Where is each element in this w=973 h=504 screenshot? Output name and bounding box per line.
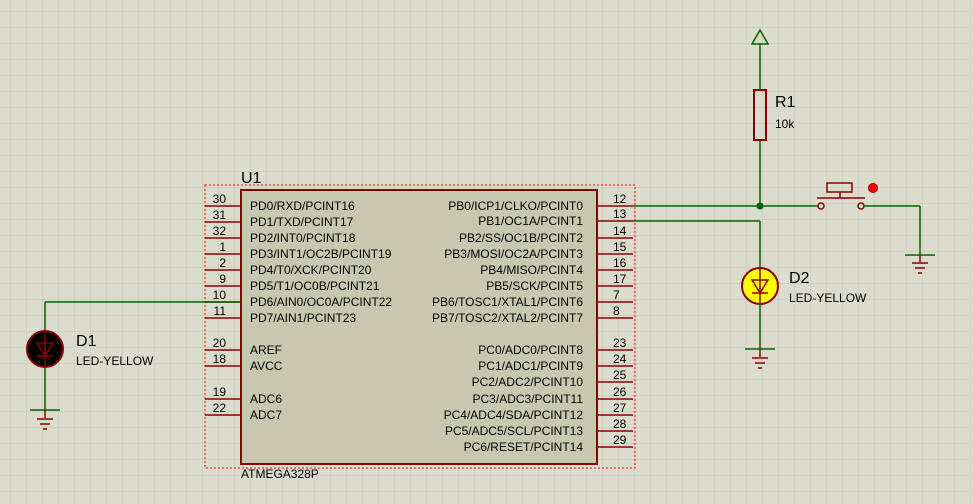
- junction-dot: [756, 202, 764, 210]
- r1-value: 10k: [775, 117, 795, 131]
- pin-number: 11: [214, 304, 227, 318]
- pin-name: PB0/ICP1/CLKO/PCINT0: [448, 199, 583, 213]
- pin-name: PD3/INT1/OC2B/PCINT19: [250, 247, 392, 261]
- pin-number: 19: [213, 385, 227, 399]
- pin-number: 1: [219, 240, 226, 254]
- pin-name: PD5/T1/OC0B/PCINT21: [250, 279, 380, 293]
- switch-state-indicator-icon[interactable]: [868, 183, 878, 193]
- pin-name: PB1/OC1A/PCINT1: [478, 214, 583, 228]
- pin-name: PD6/AIN0/OC0A/PCINT22: [250, 295, 392, 309]
- r1-reference: R1: [775, 94, 796, 111]
- pin-name: PC0/ADC0/PCINT8: [478, 343, 583, 357]
- pin-number: 18: [213, 352, 227, 366]
- u1-part-name: ATMEGA328P: [241, 467, 319, 481]
- pin-name: PB6/TOSC1/XTAL1/PCINT6: [432, 295, 583, 309]
- switch-contact-right: [857, 202, 865, 210]
- pin-number: 29: [613, 433, 627, 447]
- u1-atmega328p[interactable]: U1 ATMEGA328P 30 PD0/RXD/PCINT16 31 PD1/TXD…: [204, 170, 636, 481]
- pin-name: PC3/ADC3/PCINT11: [473, 392, 584, 406]
- pin-number: 17: [613, 272, 627, 286]
- pin-number: 20: [213, 336, 227, 350]
- schematic-sheet[interactable]: U1 ATMEGA328P 30 PD0/RXD/PCINT16 31 PD1/TXD…: [0, 0, 973, 504]
- pin-number: 10: [213, 288, 227, 302]
- pin-name: PD0/RXD/PCINT16: [250, 199, 355, 213]
- u1-reference: U1: [241, 170, 262, 187]
- pin-number: 16: [613, 256, 627, 270]
- pin-number: 31: [213, 208, 227, 222]
- pin-name: PB4/MISO/PCINT4: [480, 263, 583, 277]
- pin-number: 23: [613, 336, 627, 350]
- pin-name: AVCC: [250, 359, 283, 373]
- d2-reference: D2: [789, 270, 810, 287]
- pin-number: 7: [613, 288, 620, 302]
- pin-number: 9: [219, 272, 226, 286]
- pin-number: 28: [613, 417, 627, 431]
- d2-value: LED-YELLOW: [789, 291, 867, 305]
- pin-name: ADC6: [250, 392, 282, 406]
- pin-number: 14: [613, 224, 627, 238]
- pin-name: PB3/MOSI/OC2A/PCINT3: [444, 247, 583, 261]
- pin-name: PC2/ADC2/PCINT10: [472, 375, 584, 389]
- pin-name: PC1/ADC1/PCINT9: [478, 359, 583, 373]
- pin-number: 22: [213, 401, 227, 415]
- pin-number: 8: [613, 304, 620, 318]
- pin-name: PC5/ADC5/SCL/PCINT13: [445, 424, 583, 438]
- d1-reference: D1: [76, 333, 97, 350]
- pin-name: PD7/AIN1/PCINT23: [250, 311, 356, 325]
- pin-name: PB5/SCK/PCINT5: [486, 279, 583, 293]
- pin-name: PC6/RESET/PCINT14: [464, 440, 584, 454]
- pin-name: PB2/SS/OC1B/PCINT2: [459, 231, 583, 245]
- pin-number: 25: [613, 368, 627, 382]
- pin-number: 26: [613, 385, 627, 399]
- pin-number: 32: [213, 224, 227, 238]
- pin-number: 15: [613, 240, 627, 254]
- pin-number: 27: [613, 401, 627, 415]
- pin-name: ADC7: [250, 408, 282, 422]
- pin-name: AREF: [250, 343, 282, 357]
- d1-value: LED-YELLOW: [76, 354, 154, 368]
- pin-name: PD2/INT0/PCINT18: [250, 231, 356, 245]
- pin-number: 24: [613, 352, 627, 366]
- pin-name: PD4/T0/XCK/PCINT20: [250, 263, 372, 277]
- pin-name: PC4/ADC4/SDA/PCINT12: [444, 408, 584, 422]
- pin-name: PB7/TOSC2/XTAL2/PCINT7: [432, 311, 583, 325]
- switch-contact-left: [817, 202, 825, 210]
- pin-number: 13: [613, 207, 627, 221]
- pin-name: PD1/TXD/PCINT17: [250, 215, 354, 229]
- pin-number: 12: [613, 192, 627, 206]
- pin-number: 30: [213, 192, 227, 206]
- pin-number: 2: [219, 256, 226, 270]
